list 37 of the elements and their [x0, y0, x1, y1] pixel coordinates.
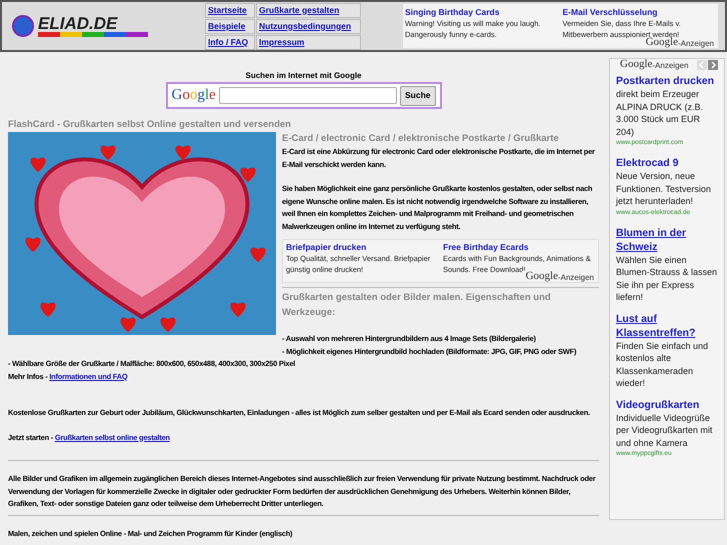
- ads-label: -Anzeigen: [678, 40, 714, 48]
- chevron-right-icon[interactable]: [708, 60, 718, 70]
- rainbow-swoosh-icon: [38, 32, 148, 37]
- ad-title-link[interactable]: Blumen in der Schweiz: [616, 226, 718, 254]
- ads-label: -Anzeigen: [558, 274, 594, 282]
- section-heading: E-Card / electronic Card / elektronische Postkarte / Grußkarte: [282, 132, 560, 146]
- nav-link[interactable]: Startseite: [205, 2, 255, 18]
- google-logo: Google: [646, 37, 678, 48]
- search-field[interactable]: [218, 87, 397, 104]
- ad-title-link[interactable]: Singing Birthday Cards: [405, 7, 558, 18]
- ad-title-link[interactable]: E-Mail Verschlüsselung: [562, 7, 716, 18]
- nav-link[interactable]: Info / FAQ: [205, 34, 255, 50]
- nav-link[interactable]: Nutzungsbedingungen: [256, 18, 361, 34]
- section-heading: Grußkarten gestalten oder Bilder malen. Eigenschaften und Werkzeuge:: [282, 291, 552, 320]
- google-logo: Google: [620, 59, 652, 70]
- google-logo: Google: [526, 271, 558, 282]
- ad-text: Neue Version, neue Funktionen. Testversion jetzt herunterladen!: [616, 170, 712, 208]
- ad-title-link[interactable]: Lust auf Klassentreffen?: [616, 312, 718, 340]
- ad-title-link[interactable]: Free Birthday Ecards: [443, 241, 594, 253]
- ad-title-link[interactable]: Elektrocad 9: [616, 156, 718, 170]
- ad-text: direkt beim Erzeuger ALPINA DRUCK (z.B. 3.000 Stück um EUR 204): [616, 88, 704, 138]
- ad-title-link[interactable]: Videogrußkarten: [616, 398, 718, 412]
- search-title: Suchen im Internet mit Google: [245, 70, 362, 82]
- ad-text: Individuelle Videogrüße per Videogrußkarten mit und ohne Kamera: [616, 412, 714, 449]
- nav-link[interactable]: Beispiele: [205, 18, 255, 34]
- ads-label: -Anzeigen: [652, 62, 688, 70]
- google-logo: Google: [172, 88, 216, 103]
- nav-link[interactable]: Impressum: [256, 34, 361, 50]
- logo-text: ELIAD.DE: [38, 15, 119, 32]
- ad-title-link[interactable]: Briefpapier drucken: [286, 241, 437, 253]
- ad-title-link[interactable]: Postkarten drucken: [616, 74, 718, 88]
- nav-link[interactable]: Grußkarte gestalten: [256, 2, 361, 18]
- ad-text: Finden Sie einfach und kostenlos alte Klassenkameraden wieder!: [616, 340, 710, 390]
- globe-icon: [12, 15, 34, 37]
- page-title: FlashCard - Grußkarten selbst Online gestalten und versenden: [8, 118, 292, 131]
- search-button[interactable]: Suche: [400, 86, 436, 106]
- ad-text: Wählen Sie einen Blumen-Strauss & lassen Sie ihn per Express liefern!: [616, 254, 718, 304]
